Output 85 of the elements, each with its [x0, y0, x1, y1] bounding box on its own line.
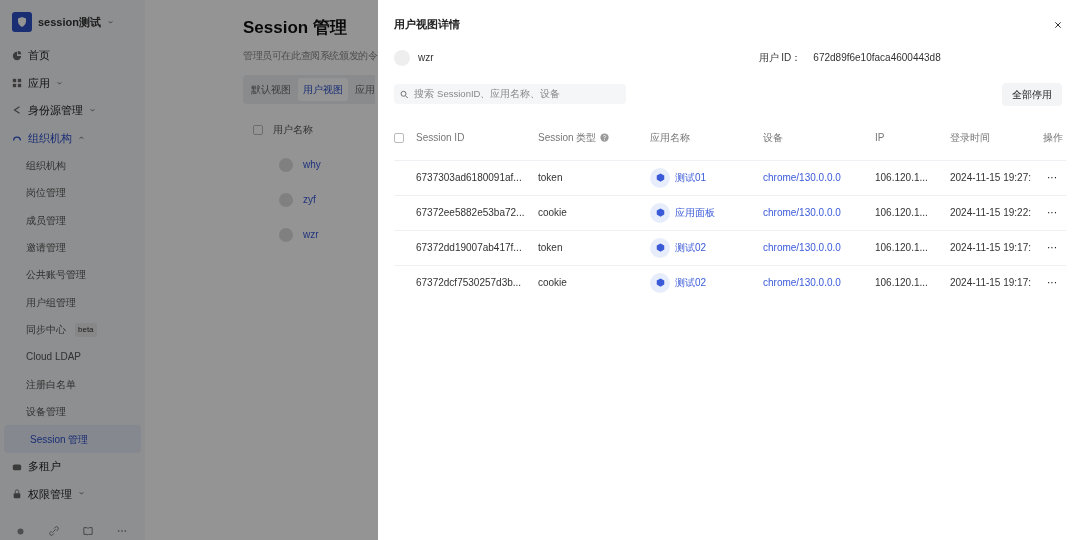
device-link[interactable]: chrome/130.0.0.0 — [763, 275, 841, 290]
chevron-left-icon — [12, 105, 22, 116]
more-button[interactable]: ··· — [1047, 240, 1057, 255]
table-cell-text: 106.120.1... — [875, 171, 929, 185]
view-tab[interactable]: 应用 — [350, 78, 375, 102]
close-icon — [1054, 20, 1062, 29]
sidebar-subitem[interactable]: 公共账号管理 — [0, 261, 145, 289]
sidebar-item[interactable]: 权限管理 — [0, 480, 145, 508]
table-cell-text: 67372ee5882e53ba72... — [416, 206, 526, 220]
beta-badge: beta — [75, 322, 97, 337]
search-icon — [400, 89, 409, 99]
table-cell-text: 2024-11-15 19:17: — [950, 241, 1032, 255]
view-tab[interactable]: 用户视图 — [298, 78, 348, 102]
select-all-checkbox[interactable] — [253, 124, 263, 135]
select-all-checkbox[interactable] — [394, 132, 404, 143]
table-cell-text: 67372dd19007ab417f... — [416, 241, 523, 255]
table-cell-text: 67372dcf7530257d3b... — [416, 276, 523, 290]
sidebar-subitem[interactable]: Session 管理 — [4, 425, 141, 453]
page-title: Session 管理 — [243, 18, 347, 39]
column-header: Session 类型 — [538, 131, 597, 145]
table-cell-text: token — [538, 171, 564, 185]
user-link[interactable]: wzr — [303, 227, 319, 243]
column-header: 设备 — [763, 131, 784, 145]
device-link[interactable]: chrome/130.0.0.0 — [763, 205, 841, 220]
sidebar-item[interactable]: 身份源管理 — [0, 96, 145, 125]
page-description: 管理员可在此查阅系统颁发的令 — [243, 49, 378, 64]
sidebar-subitem[interactable]: 岗位管理 — [0, 178, 145, 207]
search-field[interactable]: 搜索 SessionID、应用名称、设备 — [394, 84, 626, 104]
table-cell-text: cookie — [538, 276, 568, 290]
column-header: 登录时间 — [950, 131, 991, 145]
book-icon — [83, 526, 93, 536]
sidebar-subitem[interactable]: 同步中心 beta — [0, 315, 145, 344]
help-icon — [600, 133, 610, 142]
hexagon-icon — [655, 208, 665, 217]
drawer-title: 用户视图详情 — [394, 16, 460, 32]
sidebar-subitem[interactable]: 邀请管理 — [0, 233, 145, 262]
device-link[interactable]: chrome/130.0.0.0 — [763, 170, 841, 185]
workspace-name[interactable]: session测试 — [38, 13, 101, 31]
grid-icon — [12, 78, 22, 89]
table-cell-text: 2024-11-15 19:27: — [950, 171, 1032, 185]
table-cell-text: 2024-11-15 19:22: — [950, 206, 1032, 220]
app-link[interactable]: 测试01 — [675, 170, 707, 185]
view-tab[interactable]: 默认视图 — [246, 78, 296, 102]
user-link[interactable]: zyf — [303, 192, 316, 208]
table-cell-text: 106.120.1... — [875, 241, 929, 255]
app-link[interactable]: 测试02 — [675, 275, 707, 290]
column-header: 操作 — [1043, 131, 1064, 145]
lock-icon — [12, 488, 22, 499]
app-link[interactable]: 测试02 — [675, 240, 707, 255]
column-header: 应用名称 — [650, 131, 691, 145]
hexagon-icon — [655, 173, 665, 182]
sidebar-item[interactable]: 首页 — [0, 42, 145, 70]
column-header: Session ID — [416, 131, 466, 145]
pie-chart-icon — [12, 50, 22, 61]
more-button[interactable]: ··· — [1047, 170, 1057, 185]
sidebar-item[interactable]: 组织机构 — [0, 124, 145, 152]
hexagon-icon — [655, 278, 665, 287]
table-cell-text: 2024-11-15 19:17: — [950, 276, 1032, 290]
more-button[interactable]: ··· — [1047, 275, 1057, 290]
link-icon — [49, 526, 59, 536]
sidebar-subitem[interactable]: 组织机构 — [0, 151, 145, 179]
more-button[interactable]: ··· — [1047, 205, 1057, 220]
user-link[interactable]: why — [303, 157, 321, 173]
sidebar-subitem[interactable]: 设备管理 — [0, 398, 145, 426]
sidebar-subitem[interactable]: 用户组管理 — [0, 288, 145, 316]
table-cell-text: 6737303ad6180091af... — [416, 171, 523, 185]
user-id: 672d89f6e10faca4600443d8 — [813, 51, 941, 65]
table-cell-text: 106.120.1... — [875, 206, 929, 220]
sidebar-item[interactable]: 多租户 — [0, 452, 145, 481]
sidebar-subitem[interactable]: Cloud LDAP — [0, 343, 145, 371]
table-cell-text: cookie — [538, 206, 568, 220]
column-header: 用户名称 — [273, 123, 313, 138]
user-name: wzr — [418, 51, 434, 65]
hexagon-icon — [655, 243, 665, 252]
device-link[interactable]: chrome/130.0.0.0 — [763, 240, 841, 255]
caret-down-icon — [106, 18, 114, 26]
sidebar-subitem[interactable]: 注册白名单 — [0, 370, 145, 399]
table-cell-text: 106.120.1... — [875, 276, 929, 290]
disable-all-button[interactable]: 全部停用 — [1002, 82, 1062, 106]
sidebar-item[interactable]: 应用 — [0, 69, 145, 97]
table-cell-text: token — [538, 241, 564, 255]
column-header: IP — [875, 131, 886, 145]
user-id-label: 用户 ID： — [758, 51, 802, 65]
app-link[interactable]: 应用面板 — [675, 205, 715, 220]
sidebar-subitem[interactable]: 成员管理 — [0, 206, 145, 234]
